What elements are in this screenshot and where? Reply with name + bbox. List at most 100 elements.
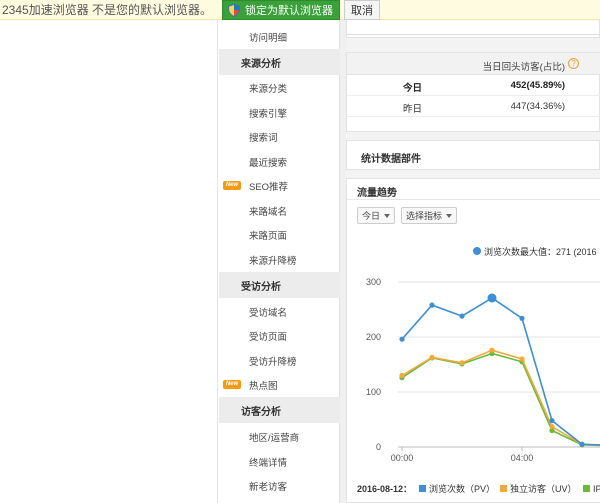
sidebar-head-visited: 受访分析 [219,272,340,298]
data-point[interactable] [429,302,435,308]
sidebar-item-label: 受访域名 [249,308,288,319]
stats-widget-title: 统计数据部件 [361,154,421,165]
sidebar-item-label: 搜索引擎 [249,109,288,120]
data-point[interactable] [429,354,435,360]
max-value-annotation: 浏览次数最大值：271 (2016 [484,246,597,257]
sidebar-item-label: 受访页面 [249,332,288,343]
divider [347,34,600,35]
sidebar-item-label: 来源升降榜 [249,256,297,267]
sidebar-item-label: 终端详情 [249,458,288,469]
sidebar-item-region[interactable]: 地区/运营商 [219,425,340,449]
help-icon[interactable]: ? [568,58,579,69]
sidebar-item-label: SEO推荐 [249,182,289,193]
sidebar-item-new-old-visitor[interactable]: 新老访客 [219,474,340,498]
period-select[interactable]: 今日 [357,207,396,224]
sidebar-head-label: 受访分析 [241,281,281,293]
sidebar-item-referrer-page[interactable]: 来路页面 [219,223,340,247]
annotation-marker [473,247,481,255]
y-tick-label: 100 [366,387,381,397]
returning-row-yesterday: 昨日 447(34.36%) [347,96,600,117]
metric-select[interactable]: 选择指标 [401,207,458,224]
sidebar-item-label: 热点图 [249,381,278,392]
set-default-label: 锁定为默认浏览器 [245,4,334,17]
new-badge: New [223,181,241,190]
legend-swatch-ip [583,485,590,492]
shield-icon [228,3,241,17]
data-point[interactable] [487,293,497,303]
sidebar-item-label: 新老访客 [249,482,288,493]
x-axis: 00:00 04:00 [391,447,534,463]
data-point[interactable] [459,313,465,319]
period-select-value: 今日 [362,211,381,221]
sidebar-head-label: 访客分析 [241,406,281,418]
sidebar-item-referrer-domain[interactable]: 来路域名 [219,199,340,223]
series-line-1 [401,349,600,447]
sidebar-item-label: 地区/运营商 [249,433,300,444]
data-point[interactable] [519,315,525,321]
legend-label-ip[interactable]: IP [593,484,600,494]
top-panel-fragment [346,20,600,38]
sidebar-item-recent-search[interactable]: 最近搜索 [219,150,340,174]
caret-down-icon [384,213,391,218]
traffic-trend-title: 流量趋势 [357,188,397,199]
cancel-button[interactable]: 取消 [344,0,381,20]
y-tick-label: 300 [366,277,381,287]
series-line-0 [401,297,600,446]
sidebar-item-heatmap[interactable]: New 热点图 [219,373,340,397]
metric-select-label: 选择指标 [406,211,443,221]
sidebar-item-seo[interactable]: New SEO推荐 [219,174,340,198]
data-point[interactable] [459,360,465,366]
returning-visitors-panel: 当日回头访客(占比) ? 今日 452(45.89%) 昨日 447(34.36… [346,52,600,132]
legend-swatch-uv [500,485,507,492]
default-browser-bar: 2345加速浏览器 不是您的默认浏览器。 锁定为默认浏览器 取消 [0,0,600,20]
returning-row-value: 447(34.36%) [510,101,565,112]
returning-row-value: 452(45.89%) [510,80,565,91]
legend-label-uv[interactable]: 独立访客（UV） [510,483,577,494]
sidebar-item-label: 受访升降榜 [249,357,297,368]
sidebar-item-search-engine[interactable]: 搜索引擎 [219,101,340,125]
returning-row-label: 昨日 [403,104,423,115]
data-point[interactable] [489,347,495,353]
returning-header: 当日回头访客(占比) ? [347,53,600,75]
sidebar-item-label: 最近搜索 [249,158,288,169]
x-tick-label: 00:00 [391,453,414,463]
data-point[interactable] [549,424,555,430]
data-point[interactable] [399,336,405,342]
data-point[interactable] [519,356,525,362]
legend-label-pv[interactable]: 浏览次数（PV） [429,483,495,494]
set-default-browser-button[interactable]: 锁定为默认浏览器 [222,0,341,20]
sidebar-head-source: 来源分析 [219,49,340,75]
sidebar-item-visited-domain[interactable]: 受访域名 [219,300,340,324]
main-content: 当日回头访客(占比) ? 今日 452(45.89%) 昨日 447(34.36… [346,20,600,503]
x-tick-label: 04:00 [511,453,534,463]
traffic-trend-panel: 流量趋势 今日 选择指标 浏览次数最大值：271 (2016 0 100 200 30… [346,178,600,503]
sidebar-item-visit-detail[interactable]: 访问明细 [219,25,340,49]
grid [398,281,600,448]
legend-swatch-pv [419,485,426,492]
default-browser-message: 2345加速浏览器 不是您的默认浏览器。 [2,3,213,17]
sidebar-item-label: 来源分类 [249,84,288,95]
series-line-2 [401,352,600,447]
series-lines [399,293,600,448]
data-point[interactable] [399,372,405,379]
sidebar-item-visited-rank[interactable]: 受访升降榜 [219,349,340,373]
caret-down-icon [446,213,453,218]
traffic-trend-chart: 浏览次数最大值：271 (2016 0100200300 00:00 04:00 … [357,246,600,494]
sidebar-item-visited-page[interactable]: 受访页面 [219,324,340,348]
sidebar-head-visitor: 访客分析 [219,397,340,423]
stats-widget-panel: 统计数据部件 [346,140,600,170]
legend-date: 2016-08-12： [357,484,412,494]
returning-row-label: 今日 [403,83,423,94]
sidebar-item-source-rank[interactable]: 来源升降榜 [219,248,340,272]
sidebar: 访问明细 来源分析 来源分类 搜索引擎 搜索词 最近搜索 New SEO推荐 来… [219,20,340,503]
new-badge: New [223,380,241,389]
sidebar-item-terminal[interactable]: 终端详情 [219,450,340,474]
sidebar-item-source-category[interactable]: 来源分类 [219,76,340,100]
data-point[interactable] [579,441,585,447]
sidebar-head-label: 来源分析 [241,58,281,70]
data-point[interactable] [549,418,555,424]
y-tick-label: 200 [366,332,381,342]
sidebar-item-label: 访问明细 [249,33,288,44]
sidebar-item-search-word[interactable]: 搜索词 [219,125,340,149]
returning-header-title: 当日回头访客(占比) [482,62,565,73]
